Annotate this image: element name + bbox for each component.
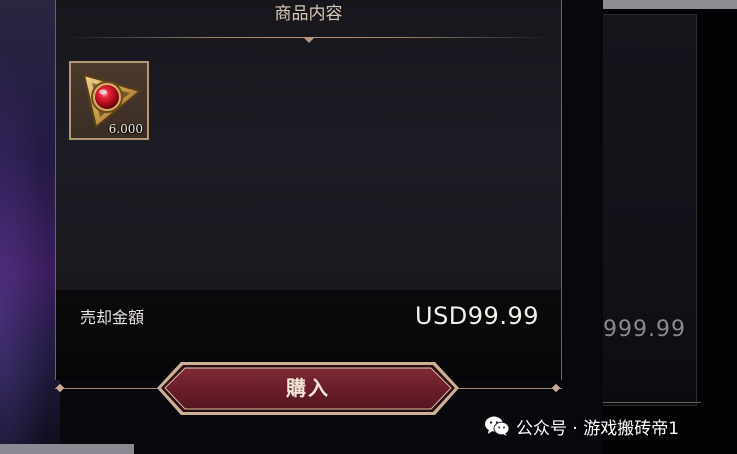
background-product-card[interactable]: 999.99 — [603, 14, 701, 406]
wechat-icon — [485, 416, 510, 436]
item-slot[interactable]: 6.000 — [69, 61, 149, 140]
title-divider-notch — [303, 37, 315, 43]
panel-title: 商品内容 — [274, 4, 343, 24]
background-top-bar — [603, 0, 737, 9]
buy-button-label: 購入 — [286, 376, 330, 400]
buy-button[interactable]: 購入 — [155, 360, 461, 417]
item-quantity: 6.000 — [108, 122, 143, 136]
product-panel: 商品内容 6.000 売却金額 USD99.99 — [55, 0, 562, 380]
background-card-rail — [603, 402, 701, 403]
rail-right-ornament — [551, 383, 561, 393]
background-strip — [0, 444, 134, 454]
background-left-art — [0, 0, 60, 454]
watermark: 公众号 · 游戏搬砖帝1 — [484, 412, 679, 440]
background-card-price: 999.99 — [603, 317, 686, 342]
price-value: USD99.99 — [415, 302, 539, 330]
watermark-text: 公众号 · 游戏搬砖帝1 — [516, 418, 680, 439]
price-label: 売却金額 — [80, 308, 145, 327]
